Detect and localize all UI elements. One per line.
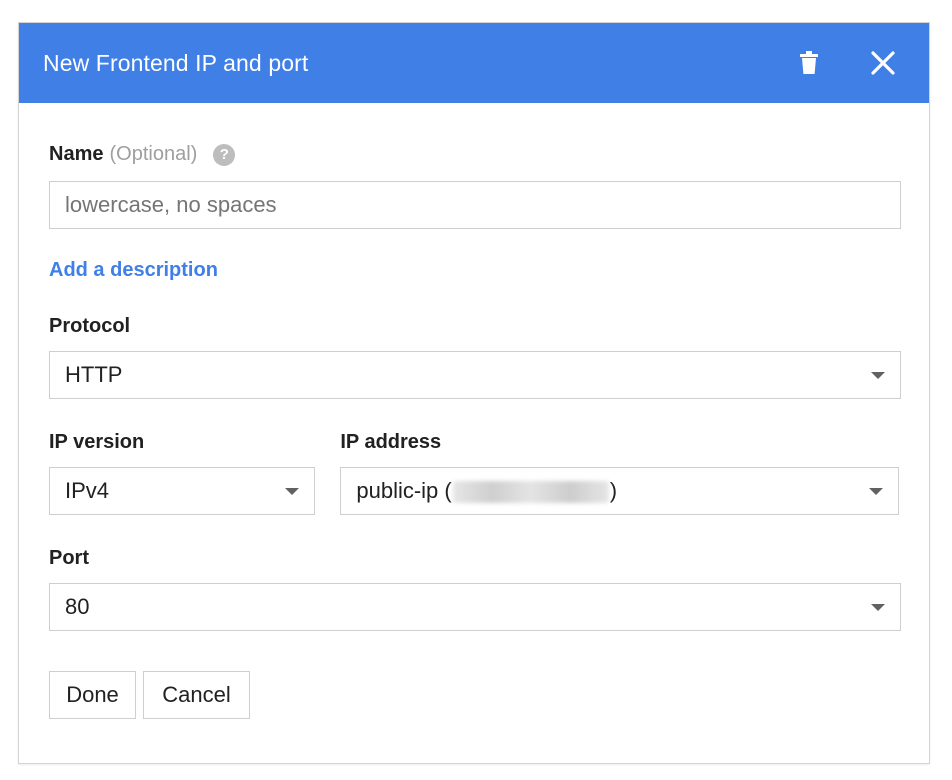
- action-row: Done Cancel: [49, 671, 899, 719]
- ip-version-value: IPv4: [65, 478, 110, 503]
- dropdown-arrow-icon: [285, 487, 300, 495]
- name-label: Name (Optional) ?: [49, 143, 899, 166]
- ip-address-group: IP address public-ip (): [340, 431, 899, 515]
- protocol-select[interactable]: HTTP: [49, 351, 901, 399]
- name-input[interactable]: [49, 181, 901, 229]
- optional-text: (Optional): [109, 143, 198, 165]
- delete-button[interactable]: [787, 41, 831, 85]
- cancel-button[interactable]: Cancel: [143, 671, 250, 719]
- trash-icon: [800, 51, 818, 74]
- ip-address-suffix: ): [609, 478, 618, 503]
- ip-version-label: IP version: [49, 431, 145, 453]
- port-label: Port: [49, 547, 89, 569]
- redacted-ip: [452, 481, 609, 504]
- close-button[interactable]: [861, 41, 905, 85]
- ip-version-group: IP version IPv4: [49, 431, 316, 515]
- help-glyph: ?: [219, 146, 229, 163]
- dialog-title: New Frontend IP and port: [43, 49, 309, 76]
- help-icon[interactable]: ?: [213, 143, 236, 166]
- dialog-body: Name (Optional) ? Add a description Prot…: [19, 143, 929, 719]
- ip-row: IP version IPv4 IP address public-ip (): [49, 431, 899, 515]
- done-button[interactable]: Done: [49, 671, 136, 719]
- close-icon: [871, 51, 895, 75]
- port-value: 80: [65, 594, 90, 619]
- dropdown-arrow-icon: [869, 487, 883, 495]
- protocol-value: HTTP: [65, 362, 123, 387]
- dialog-header: New Frontend IP and port: [19, 23, 929, 103]
- ip-address-value: public-ip (): [356, 478, 869, 504]
- port-select[interactable]: 80: [49, 583, 901, 631]
- ip-address-select[interactable]: public-ip (): [340, 467, 899, 515]
- ip-version-select[interactable]: IPv4: [49, 467, 316, 515]
- protocol-label: Protocol: [49, 315, 131, 337]
- ip-address-prefix: public-ip (: [356, 478, 452, 503]
- dropdown-arrow-icon: [871, 371, 885, 379]
- add-description-link[interactable]: Add a description: [49, 259, 218, 282]
- dropdown-arrow-icon: [871, 603, 885, 611]
- name-label-text: Name: [49, 143, 104, 165]
- ip-address-label: IP address: [340, 431, 442, 453]
- frontend-ip-port-dialog: New Frontend IP and port Name (Optional)…: [18, 22, 930, 764]
